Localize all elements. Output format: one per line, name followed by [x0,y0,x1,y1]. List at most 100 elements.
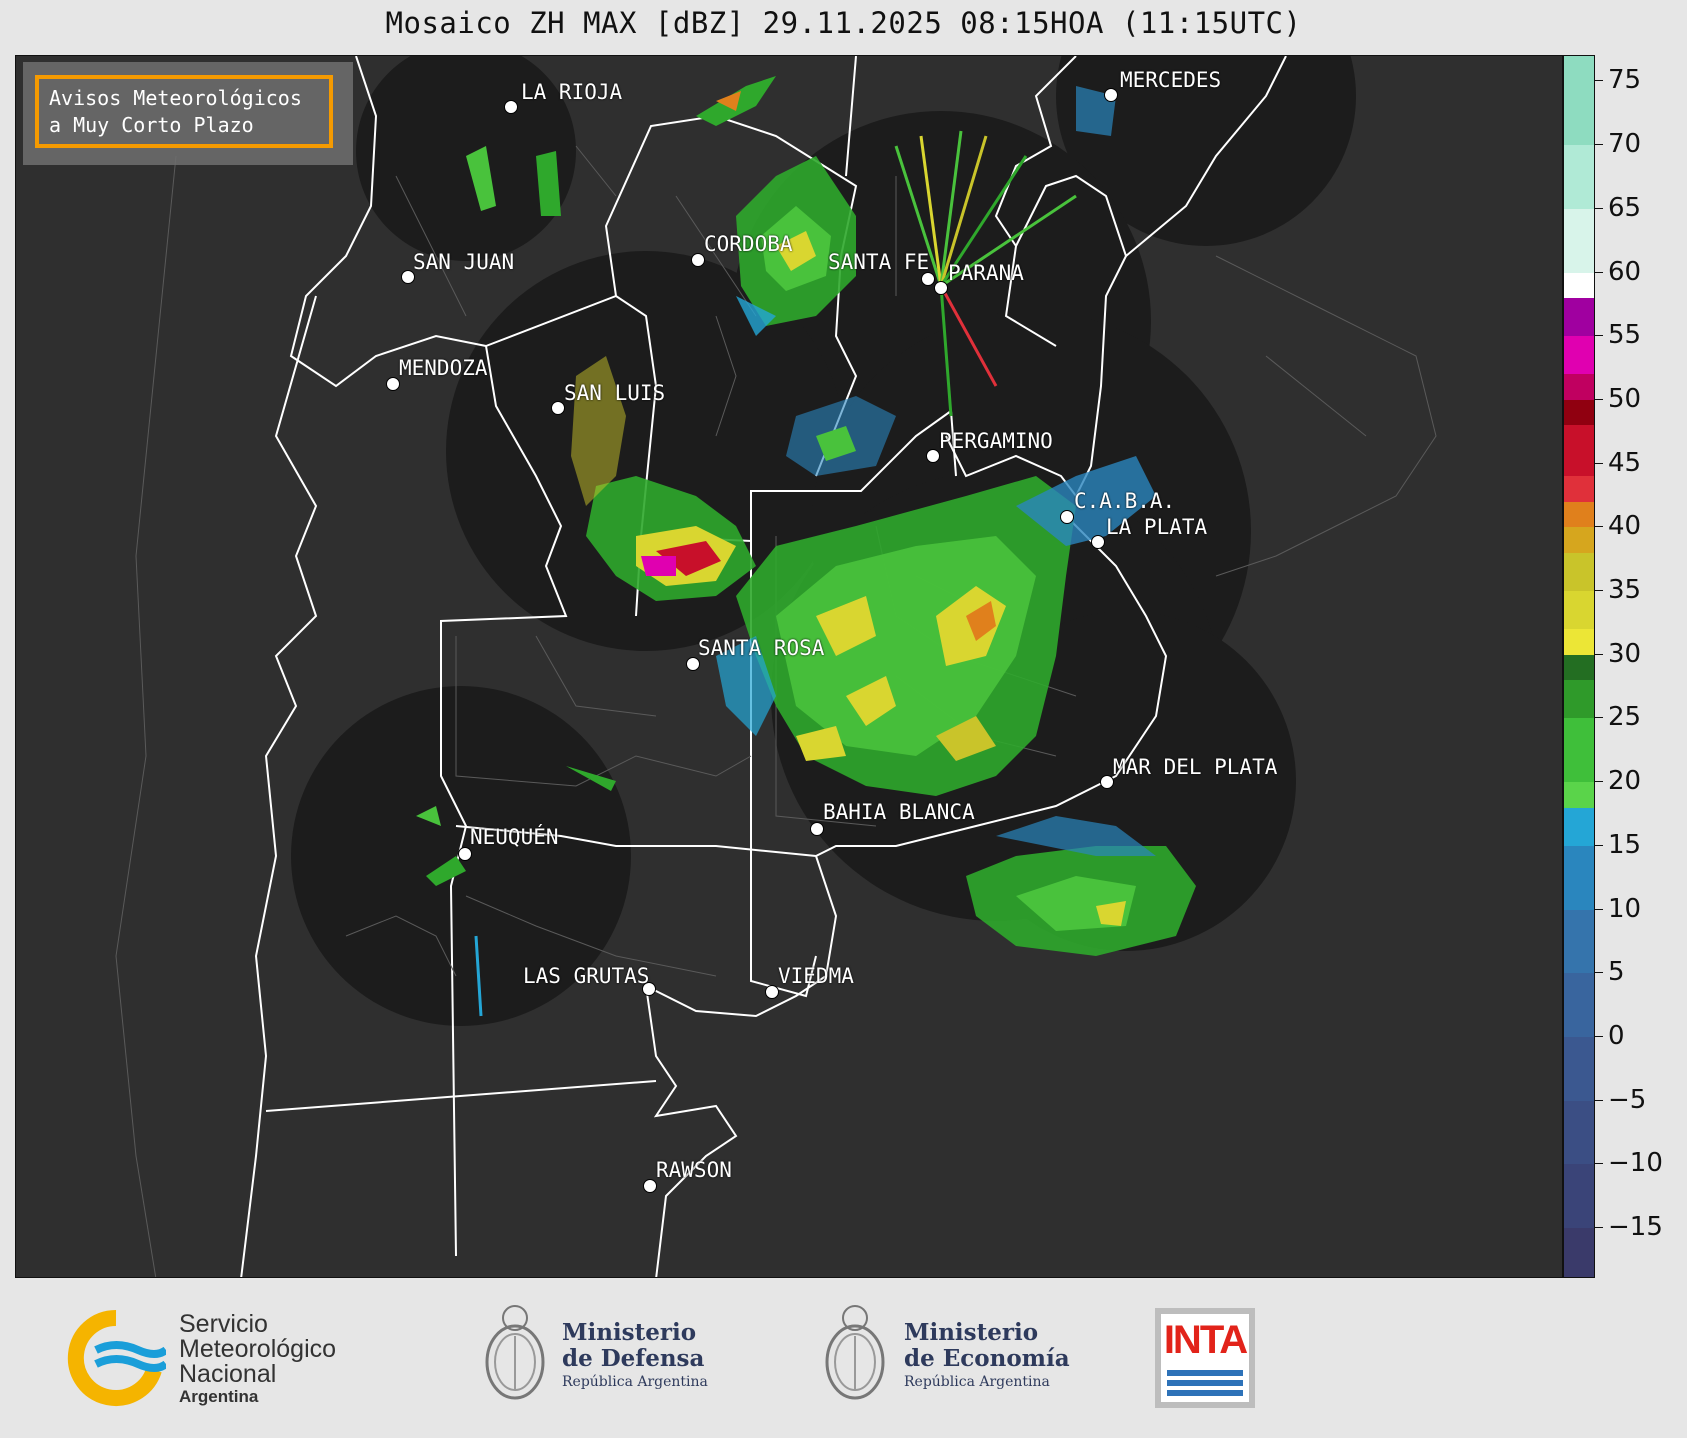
city-dot [1104,88,1118,102]
colorbar-band [1564,973,1594,1037]
colorbar-tick [1595,271,1603,273]
economia-logo: Ministerio de Economía República Argenti… [820,1300,1070,1420]
city-label: RAWSON [656,1158,732,1182]
smn-line3: Nacional [179,1360,277,1388]
colorbar-band [1564,552,1594,592]
colorbar-band [1564,845,1594,910]
colorbar-band [1564,654,1594,681]
colorbar-band [1564,807,1594,846]
colorbar-band [1564,56,1594,146]
colorbar [1563,55,1595,1278]
city-label: LAS GRUTAS [523,964,650,988]
radar-map[interactable]: Avisos Meteorológicos a Muy Corto Plazo … [15,55,1563,1278]
defensa-line1: Ministerio [562,1319,697,1346]
city-label: SAN JUAN [413,250,515,274]
colorbar-band [1564,425,1594,477]
colorbar-tick [1595,908,1603,910]
colorbar-tick-label: 45 [1608,447,1642,478]
smn-line2: Meteorológico [179,1335,337,1363]
city-label: SANTA ROSA [698,636,825,660]
map-title: Mosaico ZH MAX [dBZ] 29.11.2025 08:15HOA… [385,6,1302,40]
city-label: PERGAMINO [939,429,1053,453]
city-label: CORDOBA [704,232,793,256]
colorbar-band [1564,782,1594,808]
city-label: MERCEDES [1120,68,1222,92]
city-label: SAN LUIS [564,381,666,405]
economia-line2: de Economía [904,1345,1070,1372]
colorbar-band [1564,208,1594,273]
logos-footer: Servicio Meteorológico Nacional Argentin… [0,1278,1687,1438]
smn-logo: Servicio Meteorológico Nacional Argentin… [66,1308,376,1408]
colorbar-tick [1595,844,1603,846]
city-dot [691,253,705,267]
colorbar-tick-label: 5 [1608,957,1625,988]
city-label: MENDOZA [399,356,488,380]
city-dot [810,822,824,836]
colorbar-tick-label: 10 [1608,893,1642,924]
city-dot [765,985,779,999]
national-shield-icon [825,1305,885,1400]
inta-text: INTA [1163,1318,1248,1362]
economia-line1: Ministerio [904,1319,1039,1346]
defensa-line3: República Argentina [562,1374,708,1390]
colorbar-band [1564,591,1594,630]
city-label: SANTA FE [828,250,930,274]
smn-line1: Servicio [179,1310,268,1338]
colorbar-tick-label: 65 [1608,192,1642,223]
colorbar-tick [1595,1227,1603,1229]
colorbar-band [1564,909,1594,974]
city-label: NEUQUÉN [470,825,559,849]
colorbar-tick-label: −10 [1608,1148,1663,1179]
city-dot [926,449,940,463]
colorbar-band [1564,374,1594,400]
colorbar-band [1564,1100,1594,1165]
notice-panel: Avisos Meteorológicos a Muy Corto Plazo [23,62,353,165]
colorbar-tick [1595,335,1603,337]
colorbar-tick-label: 15 [1608,829,1642,860]
city-dot [1091,535,1105,549]
colorbar-tick-label: 50 [1608,383,1642,414]
colorbar-tick-label: 70 [1608,129,1642,160]
colorbar-tick-label: −15 [1608,1212,1663,1243]
city-dot [458,847,472,861]
colorbar-band [1564,1228,1594,1277]
city-dot [1060,510,1074,524]
colorbar-tick [1595,1035,1603,1037]
city-dot [1100,775,1114,789]
city-label: VIEDMA [778,964,854,988]
notice-line1: Avisos Meteorológicos [49,86,302,110]
colorbar-tick [1595,144,1603,146]
city-label: PARANA [948,261,1024,285]
colorbar-tick [1595,207,1603,209]
notice-line2: a Muy Corto Plazo [49,113,254,137]
economia-line3: República Argentina [904,1374,1050,1390]
colorbar-band [1564,145,1594,209]
city-dot [921,272,935,286]
colorbar-band [1564,680,1594,719]
colorbar-tick [1595,781,1603,783]
city-dot [643,1179,657,1193]
colorbar-tick-label: −5 [1608,1084,1647,1115]
colorbar-tick [1595,398,1603,400]
colorbar-tick [1595,717,1603,719]
colorbar-band [1564,336,1594,375]
smn-logo-icon [67,1309,166,1406]
colorbar-tick-label: 40 [1608,511,1642,542]
colorbar-tick [1595,1163,1603,1165]
notice-link[interactable]: Avisos Meteorológicos a Muy Corto Plazo [35,75,333,148]
colorbar-band [1564,298,1594,337]
colorbar-tick-label: 35 [1608,575,1642,606]
colorbar-tick-label: 55 [1608,320,1642,351]
city-dot [934,281,948,295]
city-label: LA PLATA [1106,515,1208,539]
defensa-logo: Ministerio de Defensa República Argentin… [480,1300,720,1420]
colorbar-tick-label: 75 [1608,65,1642,96]
colorbar-band [1564,501,1594,528]
colorbar-tick [1595,590,1603,592]
colorbar-tick [1595,80,1603,82]
colorbar-band [1564,272,1594,299]
smn-line4: Argentina [179,1387,259,1406]
city-dot [386,377,400,391]
colorbar-band [1564,629,1594,655]
colorbar-tick [1595,653,1603,655]
